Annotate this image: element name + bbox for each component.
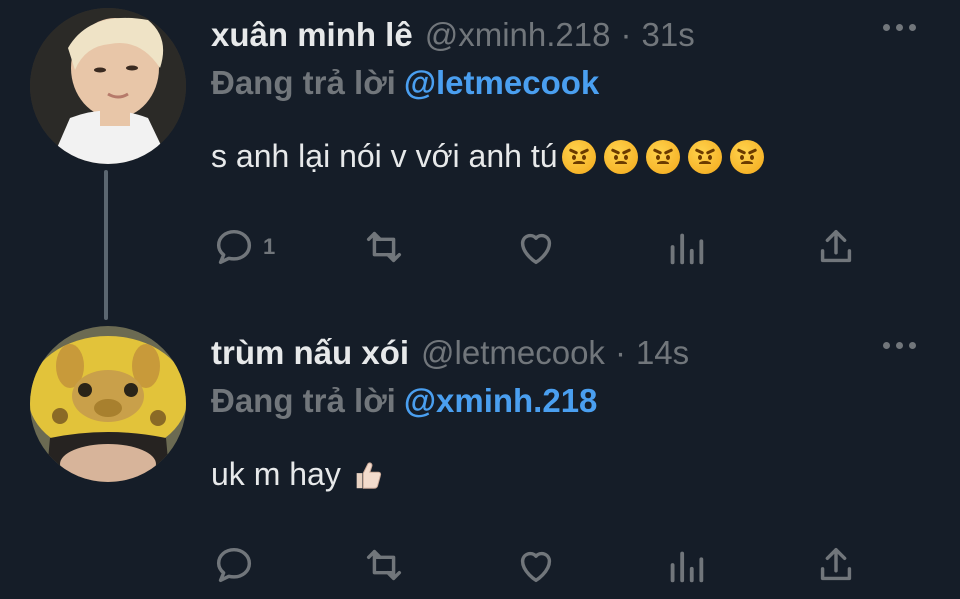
- share-icon: [820, 547, 852, 581]
- analytics-button[interactable]: [663, 542, 709, 588]
- reply-button[interactable]: [211, 542, 257, 588]
- mention-link[interactable]: @letmecook: [404, 64, 599, 101]
- replying-prefix: Đang trả lời: [211, 382, 396, 419]
- timestamp[interactable]: 14s: [636, 334, 689, 372]
- like-icon: [520, 551, 552, 583]
- reply-button[interactable]: 1: [211, 224, 275, 270]
- thumbs-up-icon: [356, 461, 381, 489]
- emoji-row: [561, 139, 764, 174]
- retweet-icon: [366, 231, 402, 263]
- separator: ·: [620, 16, 632, 53]
- more-icon[interactable]: [883, 24, 916, 31]
- angry-face-icon: [645, 139, 680, 174]
- angry-face-icon: [561, 139, 596, 174]
- tweet-text: s anh lại nói v với anh tú: [211, 138, 764, 175]
- retweet-icon: [366, 549, 402, 581]
- avatar-image: [30, 8, 186, 164]
- reply-icon: [216, 547, 252, 583]
- tweet-text: uk m hay: [211, 456, 385, 493]
- replying-to: Đang trả lời @letmecook: [211, 64, 599, 102]
- tweet-header: trùm nấu xói @letmecook · 14s: [211, 334, 689, 376]
- tweet-text-content: s anh lại nói v với anh tú: [211, 138, 558, 174]
- more-icon[interactable]: [883, 342, 916, 349]
- angry-face-icon: [603, 139, 638, 174]
- tweet-header: xuân minh lê @xminh.218 · 31s: [211, 16, 695, 58]
- avatar[interactable]: [30, 8, 186, 164]
- analytics-button[interactable]: [663, 224, 709, 270]
- analytics-icon: [670, 551, 704, 583]
- mention-link[interactable]: @xminh.218: [404, 382, 598, 419]
- like-icon: [520, 233, 552, 265]
- timestamp[interactable]: 31s: [641, 16, 694, 54]
- share-button[interactable]: [813, 542, 859, 588]
- author-handle[interactable]: @letmecook: [421, 334, 605, 372]
- tweet[interactable]: trùm nấu xói @letmecook · 14s Đang trả l…: [0, 318, 960, 599]
- thread-line: [104, 170, 108, 320]
- author-name[interactable]: trùm nấu xói: [211, 334, 409, 372]
- reply-icon: [216, 229, 252, 265]
- avatar[interactable]: [30, 326, 186, 482]
- analytics-icon: [670, 233, 704, 265]
- avatar-image: [30, 326, 186, 482]
- like-button[interactable]: [513, 542, 559, 588]
- angry-face-icon: [729, 139, 764, 174]
- retweet-button[interactable]: [361, 224, 407, 270]
- replying-to: Đang trả lời @xminh.218: [211, 382, 597, 420]
- action-bar: [211, 542, 861, 590]
- reply-count: 1: [263, 234, 276, 259]
- share-icon: [820, 229, 852, 263]
- angry-face-icon: [687, 139, 722, 174]
- separator: ·: [614, 334, 626, 371]
- action-bar: 1: [211, 224, 861, 272]
- author-handle[interactable]: @xminh.218: [425, 16, 611, 54]
- replying-prefix: Đang trả lời: [211, 64, 396, 101]
- tweet-text-content: uk m hay: [211, 456, 341, 492]
- retweet-button[interactable]: [361, 542, 407, 588]
- tweet[interactable]: xuân minh lê @xminh.218 · 31s Đang trả l…: [0, 0, 960, 320]
- like-button[interactable]: [513, 224, 559, 270]
- author-name[interactable]: xuân minh lê: [211, 16, 413, 54]
- share-button[interactable]: [813, 224, 859, 270]
